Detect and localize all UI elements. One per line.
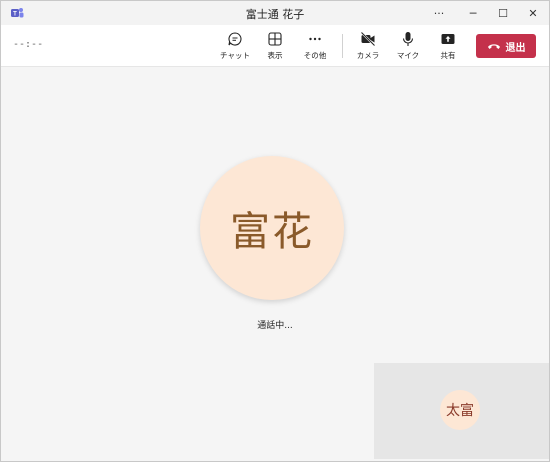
maximize-button[interactable]: ☐: [486, 1, 520, 25]
call-window: T 富士通 花子 ··· ─ ☐ ✕ --:-- チャット 表示 その他 カメラ…: [0, 0, 550, 462]
hang-up-icon: [487, 44, 500, 49]
call-timer: --:--: [13, 39, 44, 50]
minimize-button[interactable]: ─: [456, 1, 490, 25]
more-options-button[interactable]: その他: [295, 31, 335, 63]
close-icon: ✕: [528, 6, 538, 20]
share-label: 共有: [440, 51, 456, 60]
view-label: 表示: [267, 51, 283, 60]
self-avatar: 太富: [440, 390, 480, 430]
share-screen-icon: [441, 34, 455, 44]
remote-avatar: 富花: [200, 156, 344, 300]
title-more-button[interactable]: ···: [422, 1, 456, 25]
self-view-tile: 太富: [374, 363, 549, 459]
microphone-icon: [402, 32, 414, 46]
more-options-label: その他: [303, 51, 327, 60]
leave-button[interactable]: 退出: [476, 34, 536, 58]
grid-view-icon: [268, 32, 282, 46]
share-button[interactable]: 共有: [428, 31, 468, 63]
leave-label: 退出: [505, 42, 526, 54]
camera-button[interactable]: カメラ: [348, 31, 388, 63]
chat-label: チャット: [220, 51, 250, 60]
ellipsis-icon: [309, 37, 321, 41]
mic-button[interactable]: マイク: [388, 31, 428, 63]
mic-label: マイク: [396, 51, 420, 60]
maximize-icon: ☐: [498, 6, 508, 20]
title-bar: T 富士通 花子 ··· ─ ☐ ✕: [1, 1, 549, 25]
remote-avatar-initials: 富花: [230, 209, 314, 255]
view-button[interactable]: 表示: [255, 31, 295, 63]
camera-off-icon: [360, 31, 376, 47]
self-avatar-initials: 太富: [446, 403, 474, 419]
minimize-icon: ─: [469, 6, 477, 20]
camera-label: カメラ: [356, 51, 380, 60]
call-stage: 富花 通話中... 太富: [1, 68, 549, 461]
chat-icon: [228, 32, 242, 46]
close-button[interactable]: ✕: [516, 1, 550, 25]
call-toolbar: --:-- チャット 表示 その他 カメラ マイク 共有 退出: [1, 25, 549, 67]
toolbar-divider: [342, 34, 343, 58]
more-icon: ···: [433, 6, 445, 20]
call-status: 通話中...: [257, 321, 293, 331]
chat-button[interactable]: チャット: [215, 31, 255, 63]
